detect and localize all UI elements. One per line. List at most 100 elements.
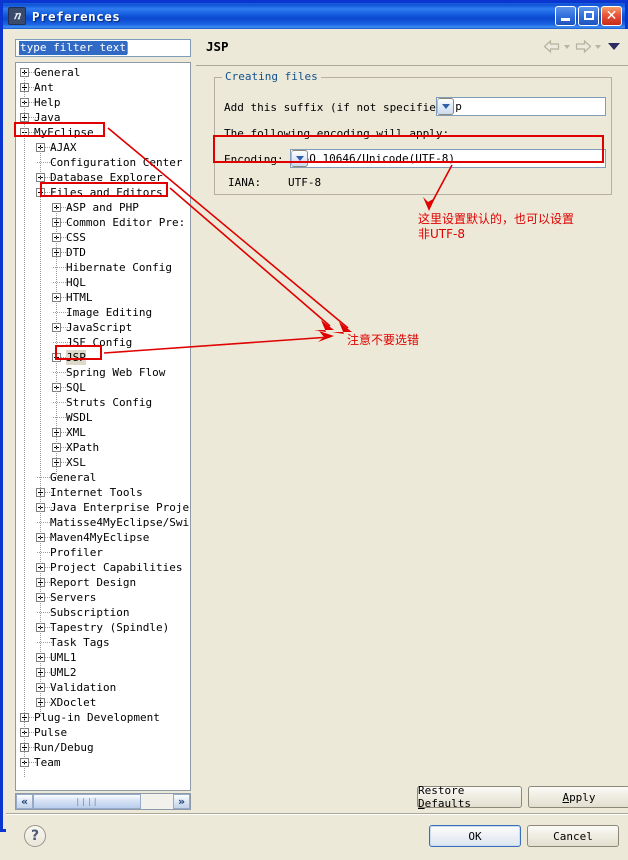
tree-item-label: Run/Debug — [34, 741, 94, 754]
window-title: Preferences — [32, 8, 121, 24]
filter-input-value: type filter text — [19, 41, 127, 55]
annotation-note-1-line-2: 非UTF-8 — [418, 227, 465, 241]
tree-guide-line — [24, 72, 25, 777]
tree-item-label: Plug-in Development — [34, 711, 160, 724]
suffix-combo-value: jsp — [437, 100, 605, 113]
tree-item-label: UML2 — [50, 666, 77, 679]
page-header: JSP — [196, 29, 628, 66]
tree-item-label: JSF Config — [66, 336, 133, 349]
encoding-label-text: Encoding: — [224, 153, 284, 166]
annotation-note-2: 注意不要选错 — [347, 333, 420, 347]
help-button[interactable]: ? — [24, 825, 46, 847]
tree-item-label: JavaScript — [66, 321, 133, 334]
tree-item-label: Pulse — [34, 726, 68, 739]
tree-horizontal-scrollbar[interactable]: « |||| » — [15, 793, 191, 810]
dialog-client-area: type filter text General Ant Help Java MyEcl… — [6, 29, 628, 860]
preferences-icon: 𝑛 — [8, 7, 26, 25]
forward-dropdown-icon[interactable] — [595, 42, 602, 52]
tree-item-label: Files and Editors — [50, 186, 163, 199]
help-icon: ? — [30, 828, 40, 844]
tree-guide-line — [56, 207, 57, 477]
maximize-button[interactable] — [578, 6, 599, 26]
tree-item-label: ASP and PHP — [66, 201, 139, 214]
forward-arrow-icon[interactable] — [574, 39, 592, 54]
tree-item-label: SQL — [66, 381, 86, 394]
tree-item-label: XDoclet — [50, 696, 97, 709]
tree-connector — [37, 162, 46, 163]
tree-item-label: Struts Config — [66, 396, 153, 409]
preferences-window: 𝑛 Preferences ✕ type filter text General… — [0, 0, 628, 860]
chevron-down-icon[interactable] — [291, 150, 308, 167]
tree-item-label: Spring Web Flow — [66, 366, 166, 379]
apply-button[interactable]: Apply — [528, 786, 628, 808]
tree-connector — [53, 417, 62, 418]
tree-item-label: Java — [34, 111, 61, 124]
tree-item-label: Profiler — [50, 546, 103, 559]
restore-defaults-label: Restore Defaults — [418, 784, 471, 810]
tree-item-label: Project Capabilities — [50, 561, 183, 574]
tree-item-label: Validation — [50, 681, 117, 694]
encoding-note: The following encoding will apply: — [224, 127, 450, 140]
suffix-combo[interactable]: jsp — [436, 97, 606, 116]
suffix-label: Add this suffix (if not specified): — [224, 101, 456, 114]
back-arrow-icon[interactable] — [543, 39, 561, 54]
tree-connector — [53, 402, 62, 403]
ok-button[interactable]: OK — [429, 825, 521, 847]
iana-value: UTF-8 — [288, 176, 322, 189]
tree-item-label: MyEclipse — [34, 126, 94, 139]
scroll-right-icon[interactable]: » — [173, 794, 190, 809]
scroll-left-icon[interactable]: « — [16, 794, 33, 809]
tree-connector — [37, 642, 46, 643]
tree-connector — [37, 612, 46, 613]
filter-input[interactable]: type filter text — [15, 39, 191, 57]
window-controls: ✕ — [555, 6, 622, 26]
tree-item-label: Configuration Center — [50, 156, 183, 169]
tree-item-label: XSL — [66, 456, 86, 469]
tree-item-label: Task Tags — [50, 636, 110, 649]
tree-item-label: XML — [66, 426, 86, 439]
view-menu-icon[interactable] — [608, 43, 620, 50]
tree-guide-line — [40, 147, 41, 717]
page-title: JSP — [206, 39, 229, 54]
apply-label: Apply — [562, 790, 596, 804]
minimize-button[interactable] — [555, 6, 576, 26]
tree-item-label: Subscription — [50, 606, 130, 619]
tree-connector — [53, 342, 62, 343]
tree-item-label: General — [34, 66, 81, 79]
scrollbar-grip: |||| — [75, 797, 99, 806]
tree-item-label: AJAX — [50, 141, 77, 154]
ok-label: OK — [468, 829, 482, 843]
tree-item-label: JSP — [66, 350, 86, 365]
tree-connector — [53, 372, 62, 373]
scrollbar-track[interactable]: |||| — [33, 794, 173, 809]
back-dropdown-icon[interactable] — [564, 42, 571, 52]
tree-item-label: Database Explorer — [50, 171, 163, 184]
tree-item-label: Tapestry (Spindle) — [50, 621, 170, 634]
close-icon: ✕ — [605, 8, 618, 24]
tree-item-label: Hibernate Config — [66, 261, 172, 274]
scrollbar-thumb[interactable]: |||| — [33, 794, 141, 809]
tree-item-label: Help — [34, 96, 61, 109]
tree-connector — [53, 267, 62, 268]
restore-defaults-button[interactable]: Restore Defaults — [417, 784, 522, 810]
cancel-label: Cancel — [553, 829, 593, 843]
cancel-button[interactable]: Cancel — [527, 825, 619, 847]
chevron-down-icon[interactable] — [437, 98, 454, 115]
annotation-note-1: 这里设置默认的，也可以设置 非UTF-8 — [418, 212, 574, 242]
tree-item-label: HTML — [66, 291, 93, 304]
title-bar: 𝑛 Preferences ✕ — [3, 3, 625, 29]
page-nav-icons — [543, 39, 620, 54]
close-button[interactable]: ✕ — [601, 6, 622, 26]
tree-item-label: Maven4MyEclipse — [50, 531, 150, 544]
tree-item-label: WSDL — [66, 411, 93, 424]
tree-connector — [37, 522, 46, 523]
tree-item-label: Internet Tools — [50, 486, 143, 499]
tree-item-label: UML1 — [50, 651, 77, 664]
preferences-tree[interactable]: General Ant Help Java MyEclipse AJAX Configura… — [15, 62, 191, 791]
preference-page: JSP Creating files Add this suffix (if n… — [196, 29, 628, 810]
tree-item-label: DTD — [66, 246, 86, 259]
tree-item-label: Servers — [50, 591, 97, 604]
tree-item-label: Common Editor Pre: — [66, 216, 186, 229]
tree-item-label: Java Enterprise Proje — [50, 501, 190, 514]
encoding-combo[interactable]: ISO 10646/Unicode(UTF-8) — [290, 149, 606, 168]
